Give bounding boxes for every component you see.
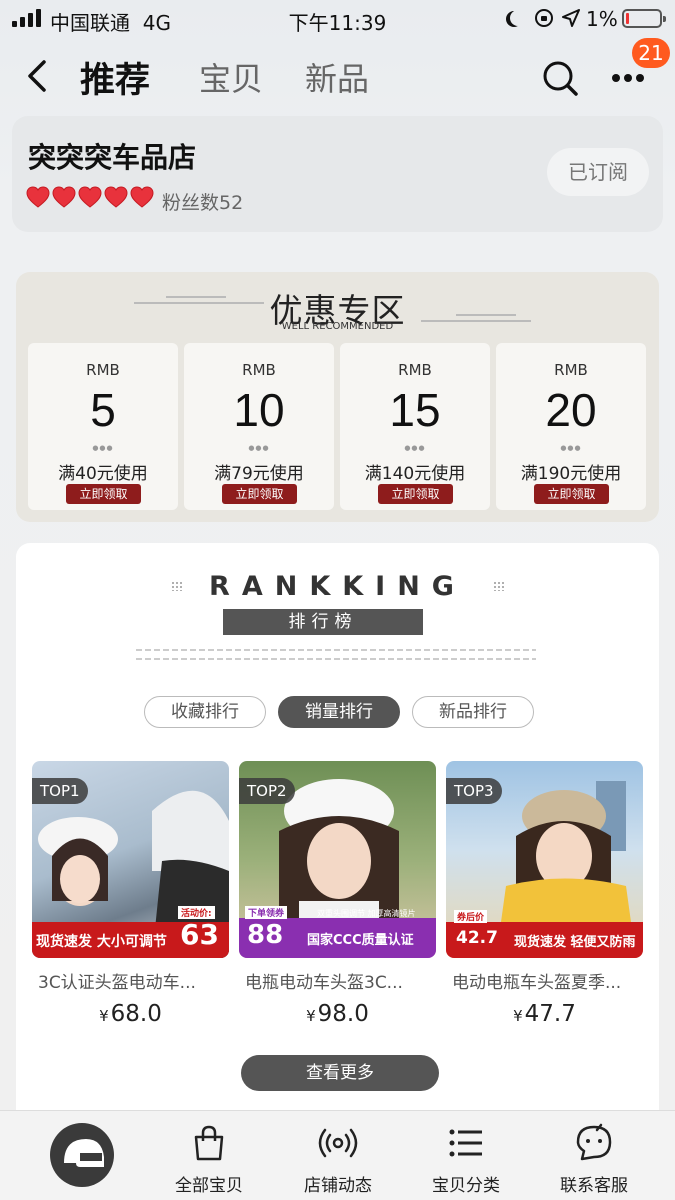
decorative-fine-print xyxy=(136,649,536,651)
ranking-subtitle: 排行榜 xyxy=(223,609,423,635)
coupon-amount: 20 xyxy=(545,384,597,436)
tab-items[interactable]: 宝贝 xyxy=(199,54,263,100)
promo-text: 现货速发 大小可调节 xyxy=(36,934,167,950)
product-card[interactable]: TOP2 下单领券 88 双重头围调节 加厚高清镜片 国家CCC质量认证 电瓶电… xyxy=(239,761,436,1027)
product-price: ¥47.7 xyxy=(513,1001,576,1027)
claim-coupon-button[interactable]: 立即领取 xyxy=(378,484,453,504)
status-bar: 中国联通 4G 下午11:39 1% xyxy=(0,0,675,40)
tab-recommend[interactable]: 推荐 xyxy=(80,52,150,103)
moon-icon xyxy=(510,10,526,26)
product-image[interactable]: TOP3 券后价 42.7 现货速发 轻便又防雨 xyxy=(446,761,643,958)
coupon-dots: ●●● xyxy=(92,444,114,452)
product-price: ¥68.0 xyxy=(99,1001,162,1027)
coupon-currency: RMB xyxy=(398,361,432,379)
broadcast-icon xyxy=(318,1128,358,1158)
claim-coupon-button[interactable]: 立即领取 xyxy=(222,484,297,504)
coupon-dots: ●●● xyxy=(560,444,582,452)
promo-text: 现货速发 轻便又防雨 xyxy=(514,935,636,950)
shop-header-card: 突突突车品店 粉丝数52 已订阅 xyxy=(12,116,663,232)
coupon-dots: ●●● xyxy=(404,444,426,452)
promo-banner: 下单领券 88 双重头围调节 加厚高清镜片 国家CCC质量认证 xyxy=(239,906,436,958)
heart-icon xyxy=(52,186,76,208)
coupon-amount: 15 xyxy=(389,384,441,436)
see-more-button[interactable]: 查看更多 xyxy=(241,1055,439,1091)
product-name[interactable]: 电动电瓶车头盔夏季... xyxy=(446,968,643,993)
back-arrow-icon[interactable] xyxy=(18,56,58,96)
tab-shop-feed[interactable]: 店铺动态 xyxy=(283,1111,393,1200)
battery-percent: 1% xyxy=(586,7,618,31)
product-card[interactable]: TOP1 现货速发 大小可调节 活动价: 63 3C认证头盔电动车... ¥68… xyxy=(32,761,229,1027)
rank-badge: TOP1 xyxy=(32,778,88,804)
coupon-amount: 10 xyxy=(233,384,285,436)
promo-price: 88 xyxy=(247,920,284,950)
promo-banner: 现货速发 大小可调节 活动价: 63 xyxy=(32,906,229,958)
promo-note: 双重头围调节 加厚高清镜片 xyxy=(317,909,416,918)
product-name[interactable]: 3C认证头盔电动车... xyxy=(32,968,229,993)
ranking-title: RANKKING xyxy=(209,571,466,602)
top-nav: 推荐 宝贝 新品 xyxy=(0,44,675,110)
tab-label: 联系客服 xyxy=(560,1176,628,1196)
rotation-lock-icon xyxy=(535,9,553,27)
coupon-section-subtitle: WELL RECOMMENDED xyxy=(281,321,394,332)
battery-icon xyxy=(622,9,666,28)
coupon-section: 优惠专区 WELL RECOMMENDED RMB 5 ●●● 满40元使用 立… xyxy=(16,272,659,522)
subscribe-button[interactable]: 已订阅 xyxy=(547,148,649,196)
coupon-currency: RMB xyxy=(242,361,276,379)
tab-new[interactable]: 新品 xyxy=(305,54,369,100)
coupon-card[interactable]: RMB 10 ●●● 满79元使用 立即领取 xyxy=(184,343,334,510)
rank-badge: TOP2 xyxy=(239,778,295,804)
message-count-badge: 21 xyxy=(632,38,670,68)
helmet-logo-icon[interactable] xyxy=(50,1123,114,1187)
tab-label: 全部宝贝 xyxy=(175,1176,243,1196)
product-name[interactable]: 电瓶电动车头盔3C... xyxy=(239,968,436,993)
tab-customer-service[interactable]: 联系客服 xyxy=(539,1111,649,1200)
promo-price-label: 下单领券 xyxy=(245,906,288,919)
tab-favorites-ranking[interactable]: 收藏排行 xyxy=(144,696,266,728)
chat-face-icon xyxy=(576,1123,612,1161)
rank-badge: TOP3 xyxy=(446,778,502,804)
promo-text: 国家CCC质量认证 xyxy=(307,933,414,948)
coupon-condition: 满40元使用 xyxy=(58,464,148,484)
product-image[interactable]: TOP2 下单领券 88 双重头围调节 加厚高清镜片 国家CCC质量认证 xyxy=(239,761,436,958)
promo-price: 63 xyxy=(180,918,219,951)
tab-label: 宝贝分类 xyxy=(432,1176,500,1196)
heart-icon xyxy=(130,186,154,208)
coupon-card[interactable]: RMB 20 ●●● 满190元使用 立即领取 xyxy=(496,343,646,510)
tab-categories[interactable]: 宝贝分类 xyxy=(411,1111,521,1200)
tab-all-items[interactable]: 全部宝贝 xyxy=(154,1111,264,1200)
product-image[interactable]: TOP1 现货速发 大小可调节 活动价: 63 xyxy=(32,761,229,958)
coupon-condition: 满140元使用 xyxy=(364,464,466,484)
product-price: ¥98.0 xyxy=(306,1001,369,1027)
tab-sales-ranking[interactable]: 销量排行 xyxy=(278,696,400,728)
decorative-fine-print xyxy=(136,658,536,660)
coupon-dots: ●●● xyxy=(248,444,270,452)
coupon-currency: RMB xyxy=(554,361,588,379)
bottom-tab-bar: 全部宝贝 店铺动态 宝贝分类 联系客服 xyxy=(0,1110,675,1200)
coupon-currency: RMB xyxy=(86,361,120,379)
claim-coupon-button[interactable]: 立即领取 xyxy=(534,484,609,504)
search-icon[interactable] xyxy=(540,58,580,98)
location-arrow-icon xyxy=(562,9,580,27)
tab-label: 店铺动态 xyxy=(304,1176,372,1196)
shop-name: 突突突车品店 xyxy=(28,141,197,174)
promo-price: 42.7 xyxy=(456,928,498,948)
heart-icon xyxy=(78,186,102,208)
fan-count: 粉丝数52 xyxy=(162,192,244,214)
coupon-condition: 满79元使用 xyxy=(214,464,304,484)
shopping-bag-icon xyxy=(194,1125,224,1161)
promo-banner: 券后价 42.7 现货速发 轻便又防雨 xyxy=(446,910,643,958)
ranking-section: RANKKING 排行榜 收藏排行 销量排行 新品排行 TOP1 现货速发 大小… xyxy=(16,543,659,1123)
claim-coupon-button[interactable]: 立即领取 xyxy=(66,484,141,504)
list-icon xyxy=(449,1129,482,1157)
product-card[interactable]: TOP3 券后价 42.7 现货速发 轻便又防雨 电动电瓶车头盔夏季... ¥4… xyxy=(446,761,643,1027)
tab-new-ranking[interactable]: 新品排行 xyxy=(412,696,534,728)
shop-rating-hearts xyxy=(26,186,154,208)
coupon-card[interactable]: RMB 5 ●●● 满40元使用 立即领取 xyxy=(28,343,178,510)
coupon-card[interactable]: RMB 15 ●●● 满140元使用 立即领取 xyxy=(340,343,490,510)
heart-icon xyxy=(104,186,128,208)
promo-price-label: 券后价 xyxy=(454,910,488,923)
heart-icon xyxy=(26,186,50,208)
coupon-condition: 满190元使用 xyxy=(520,464,622,484)
coupon-amount: 5 xyxy=(90,384,116,436)
